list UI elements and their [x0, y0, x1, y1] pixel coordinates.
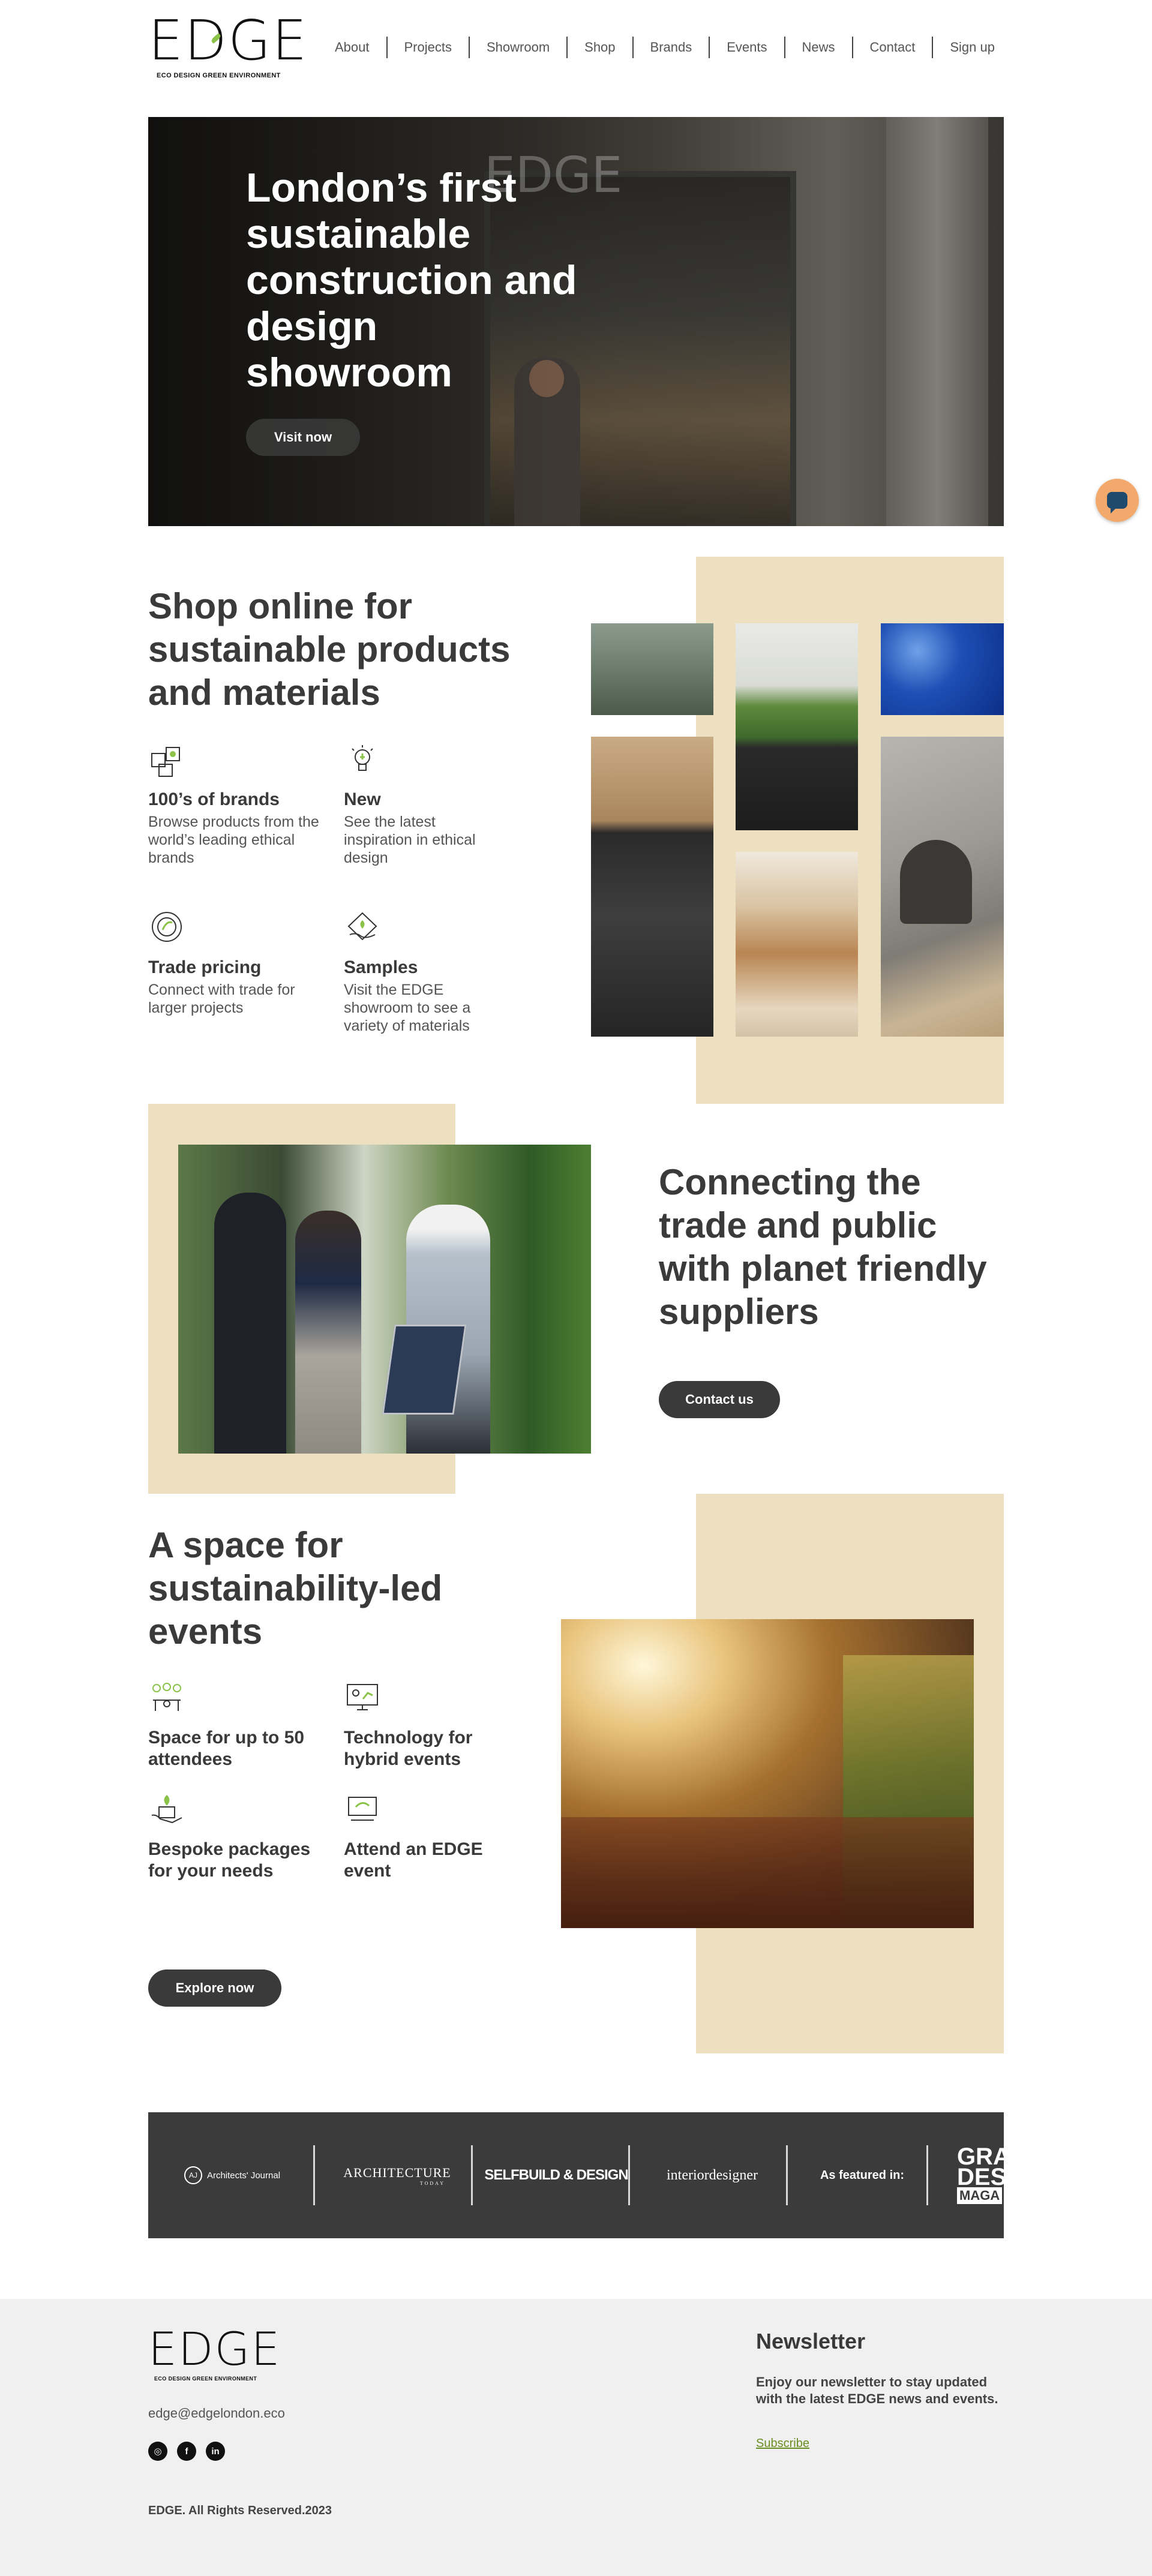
event-feature-attend-title: Attend an EDGE event [344, 1839, 483, 1881]
logo-architects-journal-text: Architects' Journal [206, 2170, 281, 2181]
copyright: EDGE. All Rights Reserved.2023 [148, 2504, 332, 2517]
logo-architecture-sub: TODAY [419, 2180, 445, 2186]
feature-trade-pricing-title: Trade pricing [148, 957, 262, 977]
lightbulb-icon [352, 745, 373, 771]
packages-icon [151, 1795, 182, 1824]
event-feature-attend: Attend an EDGE event [344, 1791, 518, 1882]
event-feature-attendees: Space for up to 50 attendees [148, 1680, 322, 1770]
logo-grand-designs[interactable]: GRA DESI MAGA [957, 2112, 1004, 2238]
logo-grand-line2: DESI [957, 2164, 1004, 2190]
event-feature-packages: Bespoke packages for your needs [148, 1791, 322, 1882]
hero-banner: EDGE London’s first sustainable construc… [148, 117, 1004, 526]
product-tile-stone-samples[interactable] [591, 737, 713, 1037]
feature-samples: Samples Visit the EDGE showroom to see a… [344, 908, 500, 1035]
explore-now-button[interactable]: Explore now [148, 1969, 281, 2007]
chat-icon [1107, 492, 1127, 514]
contact-us-button[interactable]: Contact us [659, 1381, 780, 1418]
events-title: A space for sustainability-led events [148, 1525, 443, 1652]
footer-logo-tagline: ECO DESIGN GREEN ENVIRONMENT [154, 2376, 257, 2382]
nav-projects[interactable]: Projects [388, 37, 470, 58]
feature-samples-text: Visit the EDGE showroom to see a variety… [344, 981, 471, 1034]
chat-button[interactable] [1096, 479, 1139, 522]
trade-pricing-icon [152, 912, 182, 942]
samples-icon [347, 912, 377, 941]
divider [926, 2145, 928, 2205]
featured-label-text: As featured in: [820, 2168, 905, 2182]
connect-title: Connecting the trade and public with pla… [659, 1162, 987, 1332]
nav-shop[interactable]: Shop [568, 37, 634, 58]
logo-interior-designer-text: interiordesigner [667, 2167, 758, 2183]
logo-architecture-today[interactable]: ARCHITECTURE TODAY [325, 2112, 469, 2238]
feature-trade-pricing-text: Connect with trade for larger projects [148, 981, 295, 1016]
logo-architecture-text: ARCHITECTURE [343, 2164, 451, 2180]
feature-new-title: New [344, 789, 381, 809]
divider [628, 2145, 630, 2205]
attendees-icon [152, 1683, 181, 1711]
person-suit [214, 1193, 286, 1454]
nav-showroom[interactable]: Showroom [470, 37, 568, 58]
footer-logo[interactable]: EDGE ECO DESIGN GREEN ENVIRONMENT [148, 2322, 281, 2382]
event-icon [348, 1797, 377, 1821]
main-nav: About Projects Showroom Shop Brands Even… [318, 35, 1012, 60]
feature-brands: 100’s of brands Browse products from the… [148, 743, 322, 867]
social-links: ◎ f in [148, 2442, 225, 2461]
nav-sign-up[interactable]: Sign up [933, 37, 1012, 58]
nav-contact[interactable]: Contact [853, 37, 934, 58]
featured-in-band: AJ Architects' Journal ARCHITECTURE TODA… [148, 2112, 1004, 2238]
visit-now-button[interactable]: Visit now [246, 419, 360, 456]
product-tile-terrarium[interactable] [736, 623, 858, 830]
logo[interactable]: EDGE ECO DESIGN GREEN ENVIRONMENT [148, 8, 308, 80]
logo-grand-line3: MAGA [957, 2187, 1003, 2204]
event-feature-packages-title: Bespoke packages for your needs [148, 1839, 311, 1881]
feature-new-text: See the latest inspiration in ethical de… [344, 813, 476, 866]
subscribe-link[interactable]: Subscribe [756, 2437, 809, 2451]
feature-brands-title: 100’s of brands [148, 789, 280, 809]
linkedin-icon[interactable]: in [206, 2442, 225, 2461]
newsletter-text: Enjoy our newsletter to stay updated wit… [756, 2374, 998, 2406]
divider [313, 2145, 315, 2205]
solar-panel [382, 1325, 467, 1415]
technology-icon [347, 1684, 378, 1710]
newsletter-title: Newsletter [756, 2329, 866, 2353]
logo-selfbuild-text: SELFBUILD & DESIGN [484, 2167, 628, 2183]
hero-title: London’s first sustainable construction … [246, 165, 577, 395]
featured-label: As featured in: [799, 2112, 925, 2238]
person-woman [295, 1211, 361, 1454]
shop-title: Shop online for sustainable products and… [148, 586, 511, 713]
nav-events[interactable]: Events [710, 37, 785, 58]
logo-wordmark: EDGE [148, 8, 308, 73]
facebook-icon[interactable]: f [177, 2442, 196, 2461]
handshake-photo [178, 1145, 591, 1454]
feature-samples-title: Samples [344, 957, 418, 977]
aj-icon: AJ [184, 2166, 202, 2184]
product-tile-lamps[interactable] [736, 852, 858, 1037]
nav-news[interactable]: News [785, 37, 853, 58]
chairs-area [561, 1817, 974, 1928]
event-space-photo [561, 1619, 974, 1928]
product-tile-terrazzo[interactable] [881, 623, 1004, 715]
logo-architects-journal[interactable]: AJ Architects' Journal [166, 2112, 298, 2238]
logo-interior-designer[interactable]: interiordesigner [640, 2112, 784, 2238]
logo-tagline: ECO DESIGN GREEN ENVIRONMENT [157, 72, 281, 79]
divider [471, 2145, 473, 2205]
event-feature-technology: Technology for hybrid events [344, 1680, 518, 1770]
footer-logo-wordmark: EDGE [148, 2322, 281, 2376]
nav-about[interactable]: About [318, 37, 388, 58]
event-feature-attendees-title: Space for up to 50 attendees [148, 1728, 305, 1769]
feature-trade-pricing: Trade pricing Connect with trade for lar… [148, 908, 322, 1017]
instagram-icon[interactable]: ◎ [148, 2442, 167, 2461]
divider [786, 2145, 788, 2205]
event-feature-technology-title: Technology for hybrid events [344, 1728, 473, 1769]
feature-new: New See the latest inspiration in ethica… [344, 743, 500, 867]
feature-brands-text: Browse products from the world’s leading… [148, 813, 319, 866]
logo-selfbuild[interactable]: SELFBUILD & DESIGN [484, 2112, 628, 2238]
footer-email-link[interactable]: edge@edgelondon.eco [148, 2406, 285, 2421]
brands-icon [151, 747, 180, 777]
nav-brands[interactable]: Brands [634, 37, 710, 58]
chair-shape [900, 840, 972, 924]
product-tile-stool[interactable] [591, 623, 713, 715]
